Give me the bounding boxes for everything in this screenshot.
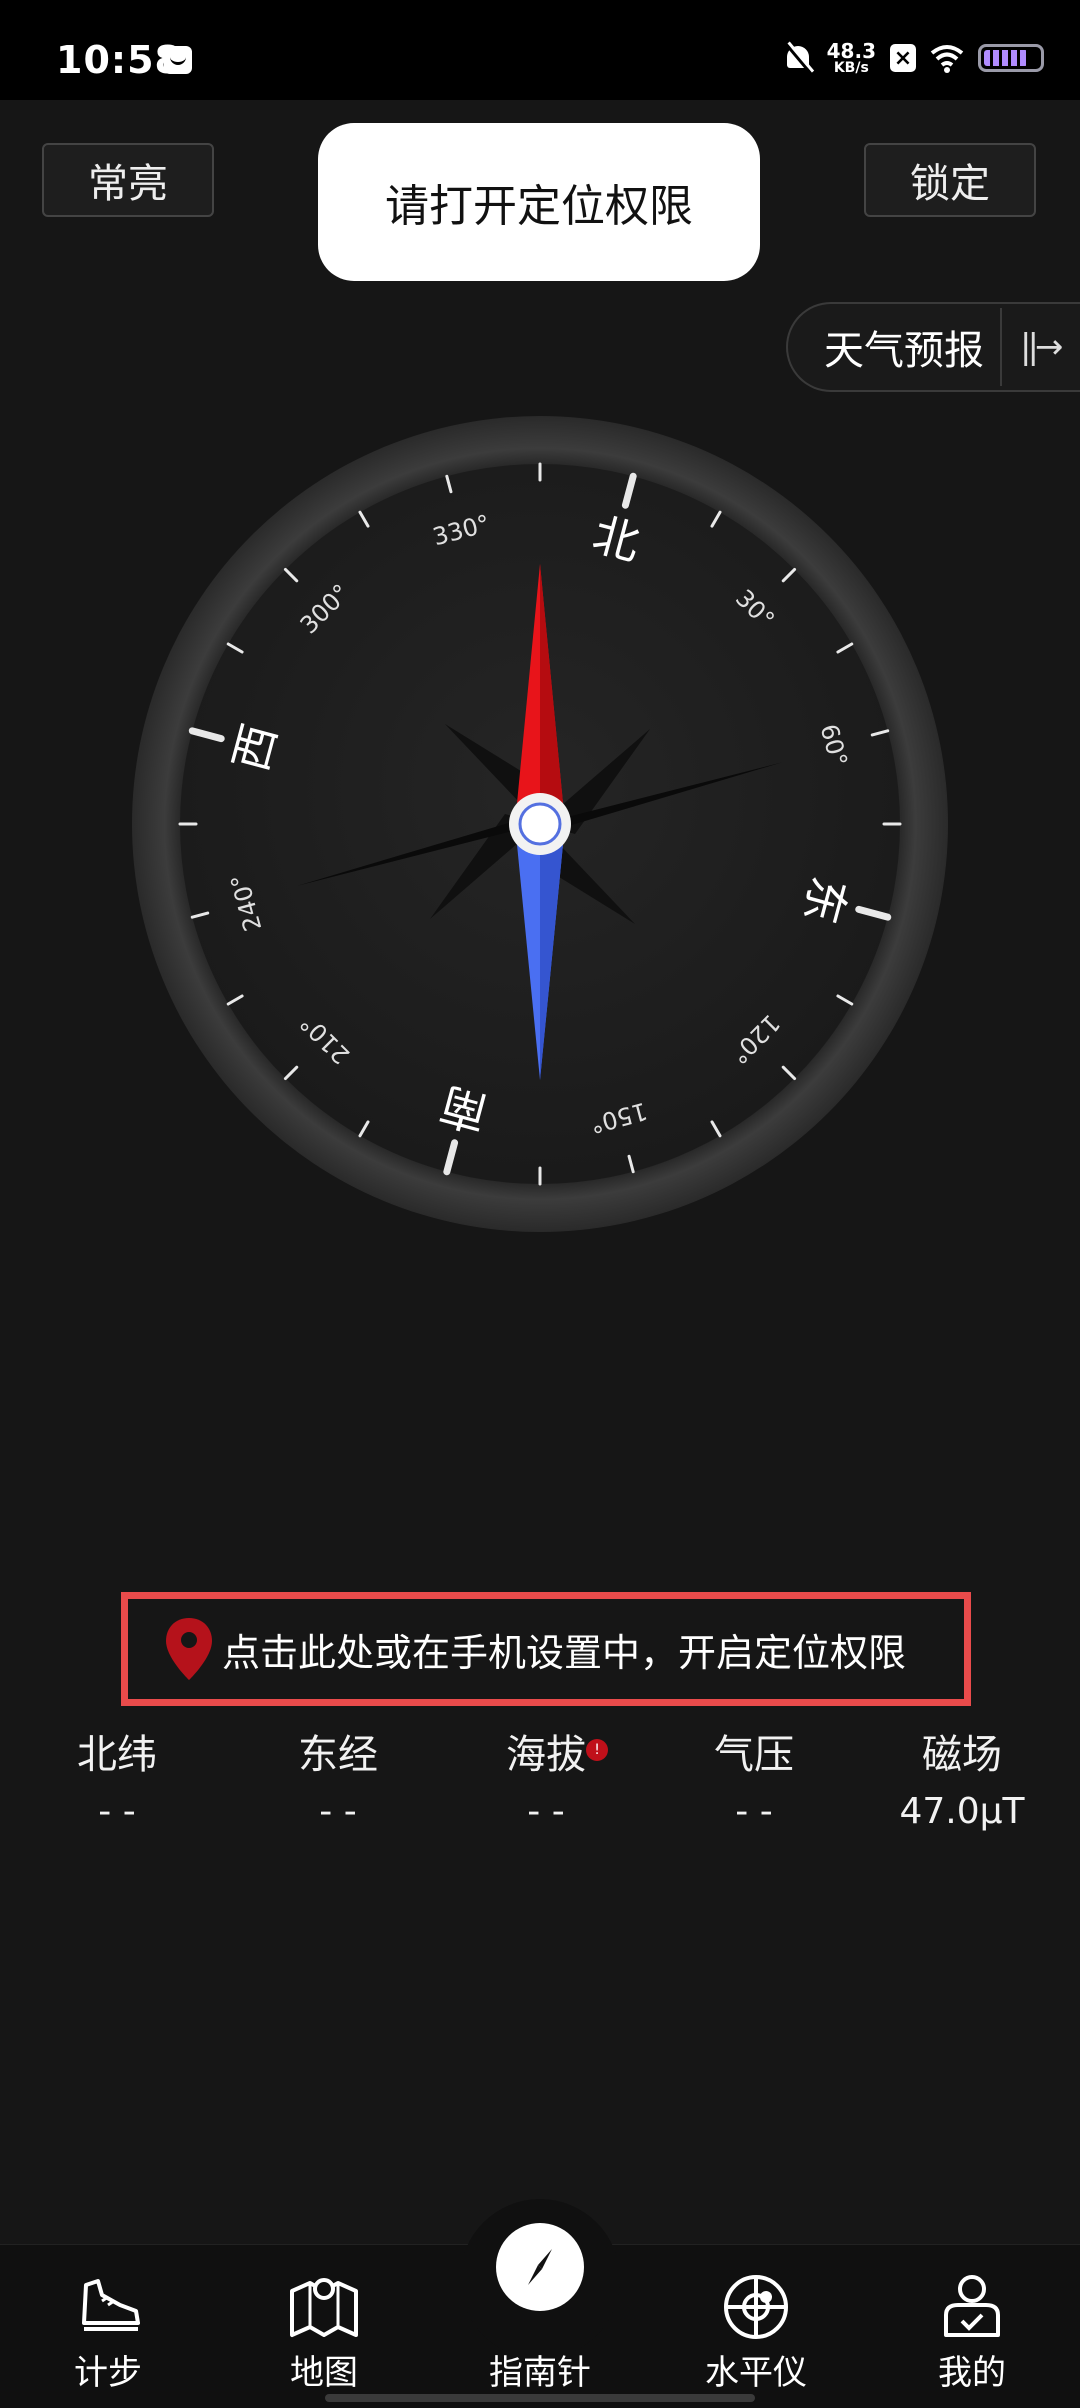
altitude-label-wrap: 海拔 ! <box>506 1725 608 1785</box>
longitude-label: 东经 <box>298 1732 378 1778</box>
longitude-value: - - <box>319 1791 357 1832</box>
nav-label-map: 地图 <box>290 2353 358 2393</box>
magnetic-label: 磁场 <box>922 1732 1002 1778</box>
enable-location-text: 点击此处或在手机设置中，开启定位权限 <box>222 1630 907 1675</box>
magnetic-value: 47.0μT <box>899 1791 1025 1832</box>
compass-icon-spacer <box>504 2271 576 2341</box>
status-icons: 48.3 KB/s × <box>783 38 1044 78</box>
level-icon <box>724 2275 788 2339</box>
status-bar: 10:58 48.3 KB/s × <box>0 0 1080 100</box>
profile-icon <box>944 2275 1000 2337</box>
bell-off-icon <box>783 42 813 74</box>
nav-label-level: 水平仪 <box>705 2353 807 2393</box>
no-sim-icon: × <box>890 44 916 72</box>
nav-item-level[interactable]: 水平仪 <box>648 2245 864 2395</box>
map-icon <box>290 2278 358 2337</box>
weather-forecast-label: 天气预报 <box>824 328 984 374</box>
latitude-value: - - <box>98 1791 136 1832</box>
compass-dial[interactable]: 北东南西30°60°120°150°210°240°300°330° <box>130 414 950 1234</box>
compass-screen: 10:58 48.3 KB/s × 常亮 锁定 请打开定位权限 天气预报 ||→ <box>0 0 1080 2408</box>
network-speed-value: 48.3 <box>826 39 876 63</box>
always-on-button[interactable]: 常亮 <box>42 143 214 217</box>
nav-item-steps[interactable]: 计步 <box>0 2245 216 2395</box>
network-speed: 48.3 KB/s <box>827 41 876 75</box>
lock-button[interactable]: 锁定 <box>864 143 1036 217</box>
nav-label-steps: 计步 <box>74 2353 142 2393</box>
latitude-info: 北纬 - - <box>27 1725 207 1832</box>
pressure-value: - - <box>735 1791 773 1832</box>
weather-divider <box>1000 308 1002 386</box>
altitude-info[interactable]: 海拔 ! - - <box>456 1725 636 1832</box>
message-notification-icon <box>164 46 192 74</box>
expand-arrow-icon: ||→ <box>1020 327 1063 367</box>
pressure-label: 气压 <box>714 1732 794 1778</box>
altitude-alert-badge: ! <box>586 1739 608 1761</box>
magnetic-info: 磁场 47.0μT <box>872 1725 1052 1832</box>
nav-item-map[interactable]: 地图 <box>216 2245 432 2395</box>
pressure-info: 气压 - - <box>664 1725 844 1832</box>
wifi-icon <box>930 45 964 73</box>
map-pin-icon <box>166 1618 212 1680</box>
nav-label-compass: 指南针 <box>489 2353 591 2393</box>
network-speed-unit: KB/s <box>833 60 869 76</box>
battery-icon <box>978 44 1044 72</box>
bottom-nav: 计步 地图 指南针 水平仪 我的 <box>0 2199 1080 2408</box>
longitude-info: 东经 - - <box>248 1725 428 1832</box>
weather-forecast-button[interactable]: 天气预报 ||→ <box>786 302 1080 392</box>
latitude-label: 北纬 <box>77 1732 157 1778</box>
nav-item-profile[interactable]: 我的 <box>864 2245 1080 2395</box>
sensor-info: 北纬 - - 东经 - - 海拔 ! - - 气压 - - 磁场 47.0μT <box>0 1725 1080 1855</box>
shoe-icon <box>82 2279 140 2331</box>
altitude-value: - - <box>527 1791 565 1832</box>
altitude-label: 海拔 <box>506 1732 586 1778</box>
location-permission-toast: 请打开定位权限 <box>318 123 760 281</box>
nav-label-profile: 我的 <box>938 2353 1006 2393</box>
nav-item-compass[interactable]: 指南针 <box>432 2245 648 2395</box>
enable-location-banner[interactable]: 点击此处或在手机设置中，开启定位权限 <box>121 1592 971 1706</box>
home-indicator[interactable] <box>325 2394 755 2402</box>
